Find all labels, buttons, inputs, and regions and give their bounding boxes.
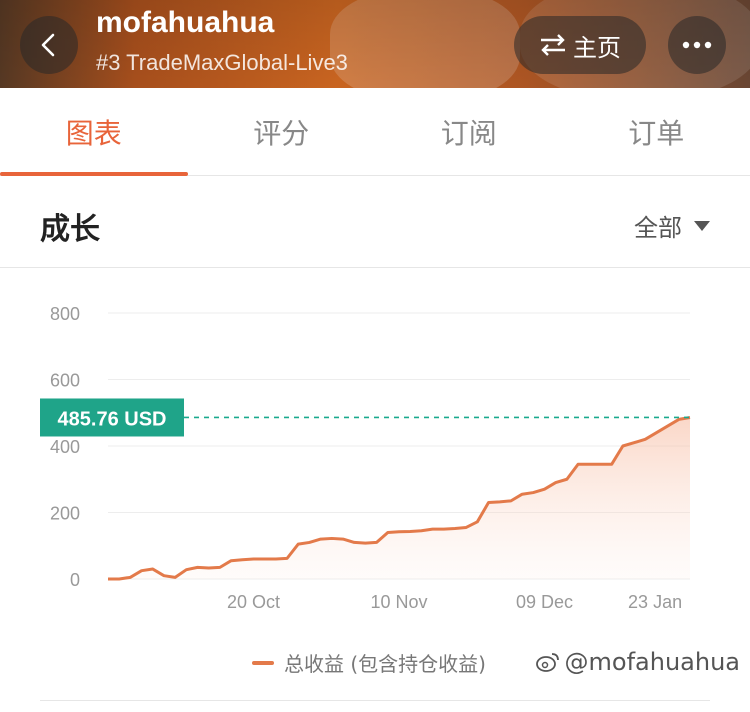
back-button[interactable] bbox=[20, 16, 78, 74]
y-tick-label: 400 bbox=[50, 437, 80, 457]
legend-label: 总收益 (包含持仓收益) bbox=[284, 652, 486, 676]
chart-legend: 总收益 (包含持仓收益) bbox=[252, 648, 486, 677]
home-switch-label: 主页 bbox=[573, 33, 621, 62]
account-name: mofahuahua bbox=[96, 6, 275, 39]
legend-swatch bbox=[252, 660, 274, 665]
current-value-text: 485.76 USD bbox=[58, 408, 167, 430]
period-filter-label: 全部 bbox=[634, 214, 682, 242]
watermark: @mofahuahua bbox=[535, 648, 740, 676]
tab-chart[interactable]: 图表 bbox=[0, 88, 188, 176]
growth-chart-svg: 800 600 400 200 0 20 Oct 10 Nov 09 Dec 23 Jan 485… bbox=[40, 304, 691, 612]
y-tick-label: 600 bbox=[50, 371, 80, 391]
more-options-button[interactable] bbox=[668, 16, 726, 74]
more-dots-icon bbox=[682, 41, 712, 49]
watermark-text: @mofahuahua bbox=[564, 648, 740, 676]
profile-header: mofahuahua #3 TradeMaxGlobal-Live3 主页 bbox=[0, 0, 750, 88]
tab-rating[interactable]: 评分 bbox=[188, 88, 376, 175]
home-switch-button[interactable]: 主页 bbox=[514, 16, 646, 74]
growth-section-header: 成长 全部 bbox=[0, 176, 750, 268]
x-tick-label: 09 Dec bbox=[516, 592, 573, 612]
weibo-logo-icon bbox=[535, 653, 559, 672]
section-title: 成长 bbox=[40, 212, 100, 247]
period-filter-dropdown[interactable]: 全部 bbox=[634, 208, 710, 243]
tab-orders[interactable]: 订单 bbox=[563, 88, 750, 175]
chevron-left-icon bbox=[41, 33, 55, 57]
swap-arrows-icon bbox=[541, 34, 565, 56]
tab-bar: 图表 评分 订阅 订单 bbox=[0, 88, 750, 176]
y-tick-label: 800 bbox=[50, 304, 80, 324]
tab-subscribe[interactable]: 订阅 bbox=[375, 88, 563, 175]
y-tick-label: 200 bbox=[50, 504, 80, 524]
x-tick-label: 23 Jan bbox=[628, 592, 682, 612]
bottom-divider bbox=[40, 700, 710, 701]
caret-down-icon bbox=[694, 220, 710, 231]
x-tick-label: 10 Nov bbox=[370, 592, 427, 612]
account-subtitle: #3 TradeMaxGlobal-Live3 bbox=[96, 50, 348, 75]
growth-chart: 800 600 400 200 0 20 Oct 10 Nov 09 Dec 23 Jan 485… bbox=[0, 268, 750, 648]
y-tick-label: 0 bbox=[70, 570, 80, 590]
x-tick-label: 20 Oct bbox=[227, 592, 280, 612]
series-area bbox=[108, 417, 690, 579]
